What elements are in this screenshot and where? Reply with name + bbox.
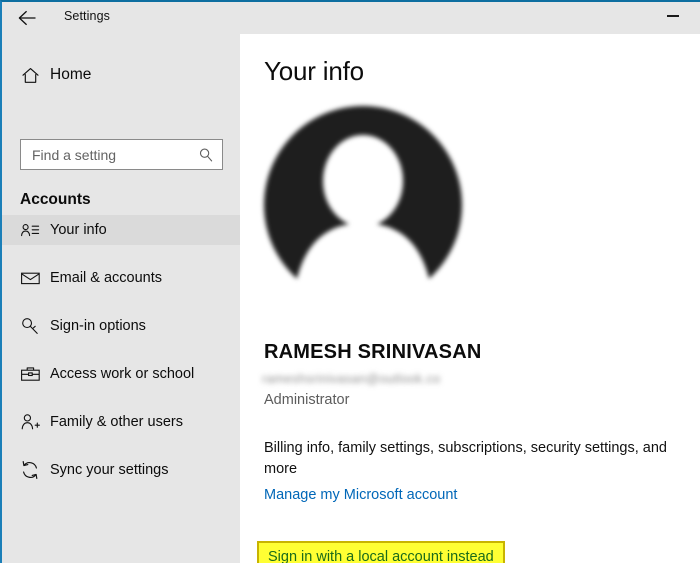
search-placeholder: Find a setting — [32, 147, 117, 163]
back-arrow-icon — [17, 10, 37, 26]
account-description: Billing info, family settings, subscript… — [264, 440, 667, 477]
briefcase-icon — [18, 362, 42, 386]
sidebar-item-label: Sync your settings — [50, 462, 169, 478]
sidebar-item-label: Your info — [50, 222, 107, 238]
minimize-icon — [667, 15, 679, 17]
minimize-button[interactable] — [655, 2, 699, 30]
account-email-redacted: rameshsrinivasan@outlook.com — [262, 372, 440, 385]
sidebar-item-label: Email & accounts — [50, 270, 163, 286]
manage-microsoft-account-link[interactable]: Manage my Microsoft account — [264, 487, 457, 503]
sidebar-item-signin-options[interactable]: Sign-in options — [2, 311, 240, 341]
window-title: Settings — [64, 9, 110, 23]
local-account-link-highlight[interactable]: Sign in with a local account instead — [257, 541, 505, 563]
back-button[interactable] — [10, 5, 44, 31]
sidebar-item-label: Family & other users — [50, 414, 183, 430]
key-icon — [18, 314, 42, 338]
sidebar-item-label: Sign-in options — [50, 318, 146, 334]
settings-window: Settings Home Find a setting Accounts Yo… — [0, 0, 700, 563]
sidebar-item-home[interactable]: Home — [2, 60, 240, 90]
content-area: Your info RAMESH SRINIVASAN rameshsriniv… — [240, 34, 700, 563]
page-title: Your info — [264, 56, 364, 86]
sidebar-item-your-info[interactable]: Your info — [2, 215, 240, 245]
user-card-icon — [18, 218, 42, 242]
sidebar-item-label: Access work or school — [50, 366, 195, 382]
sidebar-item-label: Home — [50, 66, 92, 83]
account-email-text: rameshsrinivasan@outlook.com — [262, 372, 440, 385]
account-name: RAMESH SRINIVASAN — [264, 341, 482, 363]
default-user-avatar[interactable] — [263, 105, 463, 305]
sidebar-item-email-accounts[interactable]: Email & accounts — [2, 263, 240, 293]
search-input[interactable]: Find a setting — [20, 139, 223, 170]
sign-in-local-account-link[interactable]: Sign in with a local account instead — [268, 549, 494, 563]
add-user-icon — [18, 410, 42, 434]
sidebar-item-family-other-users[interactable]: Family & other users — [2, 407, 240, 437]
title-bar: Settings — [2, 2, 700, 34]
sidebar-section-title: Accounts — [20, 191, 91, 208]
sidebar-item-access-work-school[interactable]: Access work or school — [2, 359, 240, 389]
sidebar: Home Find a setting Accounts Your info E… — [2, 34, 240, 563]
envelope-icon — [18, 266, 42, 290]
account-role: Administrator — [264, 392, 350, 408]
sync-icon — [18, 458, 42, 482]
sidebar-item-sync-settings[interactable]: Sync your settings — [2, 455, 240, 485]
home-icon — [18, 63, 42, 87]
search-icon[interactable] — [198, 147, 214, 163]
